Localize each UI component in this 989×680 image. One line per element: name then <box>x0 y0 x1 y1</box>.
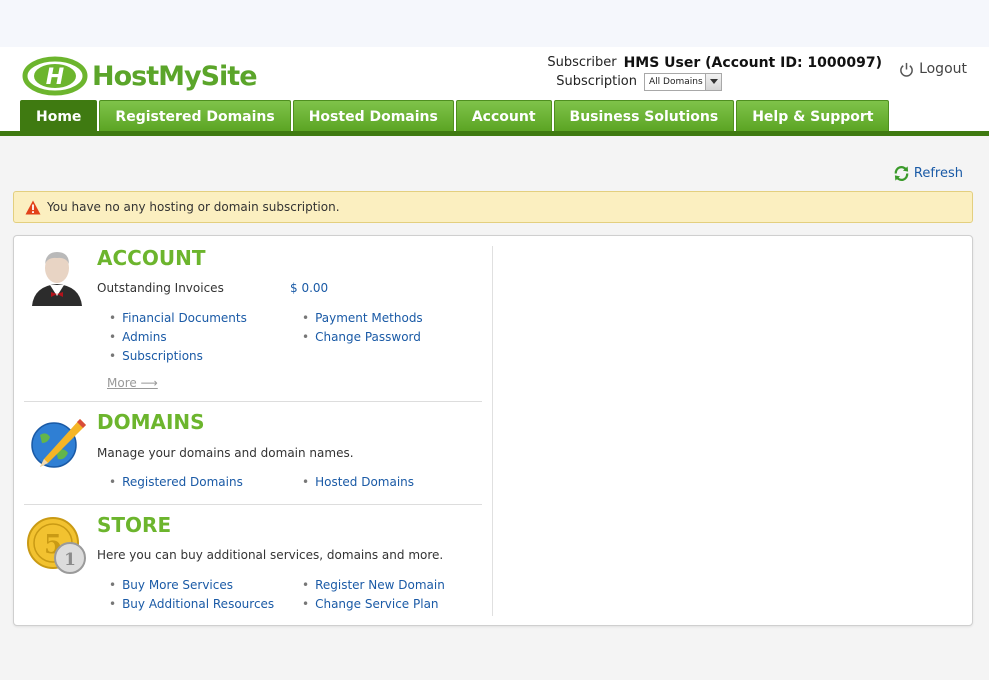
logout-link[interactable]: Logout <box>899 61 967 77</box>
power-icon <box>900 62 913 77</box>
subscription-selected: All Domains <box>649 76 703 87</box>
svg-text:1: 1 <box>64 550 76 570</box>
subscription-select[interactable]: All Domains <box>644 72 722 91</box>
header: H HostMySite Subscriber HMS User (Accoun… <box>0 47 989 136</box>
logo-swoosh-icon: H <box>22 56 88 96</box>
change-service-plan-link[interactable]: Change Service Plan <box>302 597 438 611</box>
subscriber-label: Subscriber <box>547 55 617 70</box>
change-password-link[interactable]: Change Password <box>302 330 421 344</box>
chevron-down-icon[interactable] <box>705 73 721 90</box>
account-section: ACCOUNT Outstanding Invoices $ 0.00 Fina… <box>24 236 484 401</box>
logout-label: Logout <box>919 61 967 77</box>
admins-link[interactable]: Admins <box>109 330 167 344</box>
account-more-link[interactable]: More ⟶ <box>107 376 158 390</box>
buy-additional-resources-link[interactable]: Buy Additional Resources <box>109 597 274 611</box>
main-nav: Home Registered Domains Hosted Domains A… <box>20 100 891 132</box>
account-title: ACCOUNT <box>97 246 206 270</box>
outstanding-invoices-value: $ 0.00 <box>290 281 329 295</box>
tab-home[interactable]: Home <box>20 100 98 132</box>
store-title: STORE <box>97 513 172 537</box>
outstanding-invoices-label: Outstanding Invoices <box>97 281 224 295</box>
hosted-domains-link[interactable]: Hosted Domains <box>302 475 414 489</box>
tab-account[interactable]: Account <box>455 100 552 132</box>
dashboard-panel: ACCOUNT Outstanding Invoices $ 0.00 Fina… <box>13 235 973 626</box>
hostmysite-logo[interactable]: H HostMySite <box>22 55 258 97</box>
tab-hosted-domains[interactable]: Hosted Domains <box>292 100 454 132</box>
subscription-label: Subscription <box>556 74 637 89</box>
tab-registered-domains[interactable]: Registered Domains <box>99 100 291 132</box>
warning-alert: You have no any hosting or domain subscr… <box>13 191 973 223</box>
domains-description: Manage your domains and domain names. <box>97 446 354 460</box>
warning-icon <box>25 200 41 214</box>
subscriber-block: Subscriber HMS User (Account ID: 1000097… <box>547 53 882 91</box>
account-user-icon <box>32 252 82 306</box>
top-strip <box>0 0 989 47</box>
refresh-button[interactable]: Refresh <box>893 165 963 182</box>
registered-domains-link[interactable]: Registered Domains <box>109 475 243 489</box>
alert-message: You have no any hosting or domain subscr… <box>47 200 340 214</box>
register-new-domain-link[interactable]: Register New Domain <box>302 578 445 592</box>
tab-help-support[interactable]: Help & Support <box>736 100 890 132</box>
subscriber-value: HMS User (Account ID: 1000097) <box>623 54 882 71</box>
nav-underline <box>0 131 989 136</box>
financial-documents-link[interactable]: Financial Documents <box>109 311 247 325</box>
logo-letter: H <box>46 65 64 90</box>
tab-business-solutions[interactable]: Business Solutions <box>553 100 735 132</box>
globe-pencil-icon <box>31 419 86 468</box>
subscriptions-link[interactable]: Subscriptions <box>109 349 203 363</box>
domains-section: DOMAINS Manage your domains and domain n… <box>24 401 484 504</box>
refresh-icon <box>894 165 909 182</box>
domains-title: DOMAINS <box>97 410 205 434</box>
coins-icon: 5 1 <box>27 517 86 574</box>
buy-more-services-link[interactable]: Buy More Services <box>109 578 233 592</box>
refresh-label: Refresh <box>913 166 963 181</box>
payment-methods-link[interactable]: Payment Methods <box>302 311 423 325</box>
store-description: Here you can buy additional services, do… <box>97 548 444 562</box>
column-divider <box>492 246 493 616</box>
store-section: 5 1 STORE Here you can buy additional se… <box>24 504 484 619</box>
logo-text: HostMySite <box>92 61 258 92</box>
